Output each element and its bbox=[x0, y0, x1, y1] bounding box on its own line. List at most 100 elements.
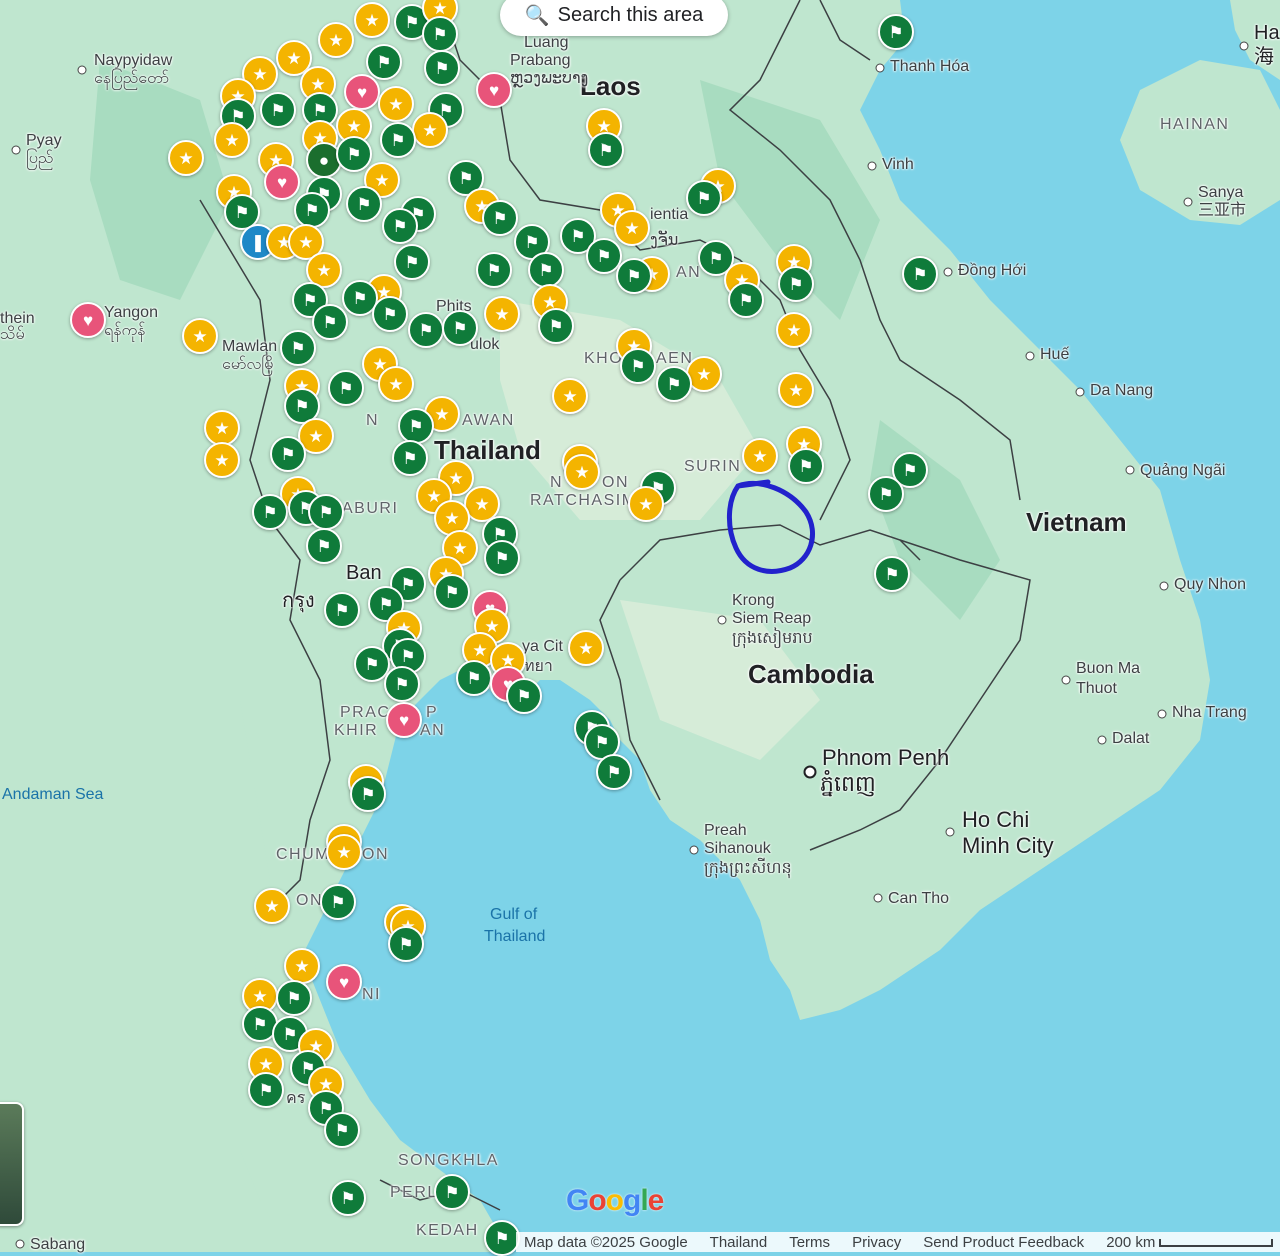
saved-place-star-pin[interactable]: ★ bbox=[378, 366, 414, 402]
saved-place-star-pin[interactable]: ★ bbox=[412, 112, 448, 148]
saved-place-star-pin[interactable]: ★ bbox=[776, 312, 812, 348]
saved-place-star-pin[interactable]: ★ bbox=[614, 210, 650, 246]
map-canvas[interactable] bbox=[0, 0, 1280, 1252]
saved-place-flag-pin[interactable]: ⚑ bbox=[442, 310, 478, 346]
saved-place-flag-pin[interactable]: ⚑ bbox=[588, 132, 624, 168]
saved-place-flag-pin[interactable]: ⚑ bbox=[484, 1220, 520, 1256]
saved-place-heart-pin[interactable]: ♥ bbox=[326, 964, 362, 1000]
saved-place-flag-pin[interactable]: ⚑ bbox=[482, 200, 518, 236]
saved-place-flag-pin[interactable]: ⚑ bbox=[294, 192, 330, 228]
saved-place-flag-pin[interactable]: ⚑ bbox=[506, 678, 542, 714]
saved-place-star-pin[interactable]: ★ bbox=[168, 140, 204, 176]
saved-place-flag-pin[interactable]: ⚑ bbox=[902, 256, 938, 292]
saved-place-flag-pin[interactable]: ⚑ bbox=[656, 366, 692, 402]
saved-place-flag-pin[interactable]: ⚑ bbox=[484, 540, 520, 576]
saved-place-flag-pin[interactable]: ⚑ bbox=[868, 476, 904, 512]
saved-place-flag-pin[interactable]: ⚑ bbox=[384, 666, 420, 702]
saved-place-flag-pin[interactable]: ⚑ bbox=[308, 494, 344, 530]
saved-place-heart-pin[interactable]: ♥ bbox=[344, 74, 380, 110]
saved-place-flag-pin[interactable]: ⚑ bbox=[346, 186, 382, 222]
region-link-thailand[interactable]: Thailand bbox=[710, 1234, 768, 1251]
saved-place-flag-pin[interactable]: ⚑ bbox=[366, 44, 402, 80]
saved-place-flag-pin[interactable]: ⚑ bbox=[434, 574, 470, 610]
privacy-link[interactable]: Privacy bbox=[852, 1234, 901, 1251]
saved-place-star-pin[interactable]: ★ bbox=[284, 948, 320, 984]
saved-place-flag-pin[interactable]: ⚑ bbox=[596, 754, 632, 790]
saved-place-star-pin[interactable]: ★ bbox=[326, 834, 362, 870]
saved-place-flag-pin[interactable]: ⚑ bbox=[276, 980, 312, 1016]
saved-place-flag-pin[interactable]: ⚑ bbox=[392, 440, 428, 476]
city-label-phnom-penh: Phnom Penh bbox=[822, 745, 950, 770]
saved-place-flag-pin[interactable]: ⚑ bbox=[372, 296, 408, 332]
saved-place-star-pin[interactable]: ★ bbox=[204, 442, 240, 478]
saved-place-star-pin[interactable]: ★ bbox=[182, 318, 218, 354]
saved-place-flag-pin[interactable]: ⚑ bbox=[424, 50, 460, 86]
saved-place-flag-pin[interactable]: ⚑ bbox=[388, 926, 424, 962]
saved-place-flag-pin[interactable]: ⚑ bbox=[270, 436, 306, 472]
saved-place-star-pin[interactable]: ★ bbox=[628, 486, 664, 522]
saved-place-flag-pin[interactable]: ⚑ bbox=[398, 408, 434, 444]
saved-place-flag-pin[interactable]: ⚑ bbox=[778, 266, 814, 302]
saved-place-flag-pin[interactable]: ⚑ bbox=[788, 448, 824, 484]
city-label-bangkok: Ban bbox=[346, 562, 382, 584]
street-view-thumbnail[interactable] bbox=[0, 1102, 24, 1226]
region-label-prachuap-3: P bbox=[426, 704, 439, 721]
saved-place-flag-pin[interactable]: ⚑ bbox=[476, 252, 512, 288]
saved-place-flag-pin[interactable]: ⚑ bbox=[324, 1112, 360, 1148]
saved-place-flag-pin[interactable]: ⚑ bbox=[280, 330, 316, 366]
saved-place-flag-pin[interactable]: ⚑ bbox=[312, 304, 348, 340]
region-label-hainan: HAINAN bbox=[1160, 116, 1230, 133]
saved-place-star-pin[interactable]: ★ bbox=[378, 86, 414, 122]
saved-place-star-pin[interactable]: ★ bbox=[318, 22, 354, 58]
saved-place-star-pin[interactable]: ★ bbox=[204, 410, 240, 446]
saved-place-flag-pin[interactable]: ⚑ bbox=[336, 136, 372, 172]
saved-place-flag-pin[interactable]: ⚑ bbox=[538, 308, 574, 344]
saved-place-flag-pin[interactable]: ⚑ bbox=[620, 348, 656, 384]
search-this-area-button[interactable]: 🔍 Search this area bbox=[500, 0, 728, 36]
saved-place-flag-pin[interactable]: ⚑ bbox=[306, 528, 342, 564]
city-dot-ho-chi-minh bbox=[945, 827, 955, 837]
city-dot-sabang bbox=[15, 1239, 25, 1249]
saved-place-flag-pin[interactable]: ⚑ bbox=[350, 776, 386, 812]
saved-place-flag-pin[interactable]: ⚑ bbox=[328, 370, 364, 406]
saved-place-flag-pin[interactable]: ⚑ bbox=[330, 1180, 366, 1216]
saved-place-star-pin[interactable]: ★ bbox=[484, 296, 520, 332]
scale-indicator[interactable]: 200 km bbox=[1106, 1234, 1274, 1251]
saved-place-heart-pin[interactable]: ♥ bbox=[386, 702, 422, 738]
region-label-chumphon-1: CHUM bbox=[276, 846, 330, 863]
saved-place-star-pin[interactable]: ★ bbox=[254, 888, 290, 924]
saved-place-flag-pin[interactable]: ⚑ bbox=[260, 92, 296, 128]
saved-place-flag-pin[interactable]: ⚑ bbox=[422, 16, 458, 52]
send-feedback-link[interactable]: Send Product Feedback bbox=[923, 1234, 1084, 1251]
terms-link[interactable]: Terms bbox=[789, 1234, 830, 1251]
saved-place-flag-pin[interactable]: ⚑ bbox=[878, 14, 914, 50]
saved-place-flag-pin[interactable]: ⚑ bbox=[728, 282, 764, 318]
saved-place-heart-pin[interactable]: ♥ bbox=[70, 302, 106, 338]
saved-place-flag-pin[interactable]: ⚑ bbox=[408, 312, 444, 348]
saved-place-flag-pin[interactable]: ⚑ bbox=[528, 252, 564, 288]
saved-place-flag-pin[interactable]: ⚑ bbox=[320, 884, 356, 920]
saved-place-flag-pin[interactable]: ⚑ bbox=[456, 660, 492, 696]
saved-place-star-pin[interactable]: ★ bbox=[552, 378, 588, 414]
saved-place-star-pin[interactable]: ★ bbox=[354, 2, 390, 38]
saved-place-flag-pin[interactable]: ⚑ bbox=[616, 258, 652, 294]
saved-place-star-pin[interactable]: ★ bbox=[778, 372, 814, 408]
saved-place-flag-pin[interactable]: ⚑ bbox=[380, 122, 416, 158]
saved-place-star-pin[interactable]: ★ bbox=[564, 454, 600, 490]
saved-place-flag-pin[interactable]: ⚑ bbox=[434, 1174, 470, 1210]
saved-place-heart-pin[interactable]: ♥ bbox=[476, 72, 512, 108]
saved-place-flag-pin[interactable]: ⚑ bbox=[382, 208, 418, 244]
saved-place-heart-pin[interactable]: ♥ bbox=[264, 164, 300, 200]
city-dot-sanya bbox=[1183, 197, 1193, 207]
saved-place-star-pin[interactable]: ★ bbox=[568, 630, 604, 666]
saved-place-flag-pin[interactable]: ⚑ bbox=[874, 556, 910, 592]
search-icon: 🔍 bbox=[524, 4, 550, 27]
saved-place-star-pin[interactable]: ★ bbox=[214, 122, 250, 158]
saved-place-flag-pin[interactable]: ⚑ bbox=[248, 1072, 284, 1108]
saved-place-flag-pin[interactable]: ⚑ bbox=[252, 494, 288, 530]
water-label-andaman-sea: Andaman Sea bbox=[2, 786, 104, 803]
saved-place-star-pin[interactable]: ★ bbox=[742, 438, 778, 474]
saved-place-flag-pin[interactable]: ⚑ bbox=[394, 244, 430, 280]
saved-place-flag-pin[interactable]: ⚑ bbox=[686, 180, 722, 216]
saved-place-flag-pin[interactable]: ⚑ bbox=[324, 592, 360, 628]
